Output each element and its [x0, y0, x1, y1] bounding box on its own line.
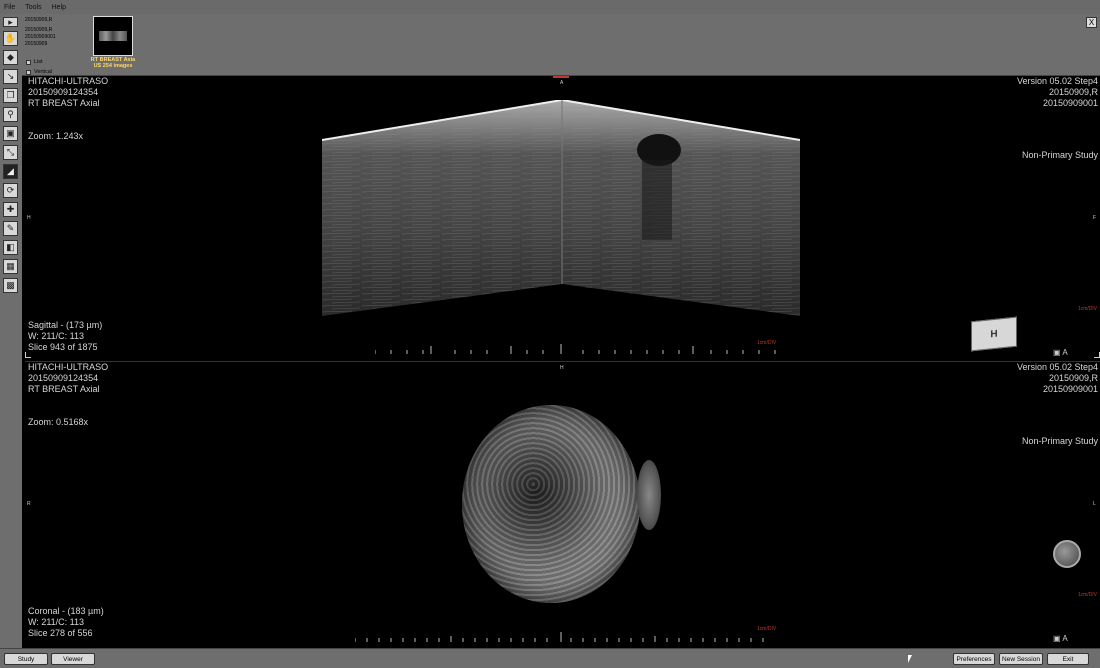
zoom-fit-icon[interactable]: ▣ [3, 126, 18, 141]
accession-label: 20150909001 [1042, 384, 1098, 394]
study-id: 20150909124354 [28, 373, 99, 383]
camera-icon[interactable]: ▣ [1053, 348, 1061, 357]
list-option[interactable]: List [26, 57, 52, 67]
window-level-label: W: 211/C: 113 [28, 331, 85, 341]
study-bar: 20150909,R 20150909,R 20150909001 201509… [0, 14, 1100, 76]
cube-icon[interactable]: ▩ [3, 278, 18, 293]
study-accession: 20150909001 [25, 34, 56, 40]
preferences-button[interactable]: Preferences [953, 653, 995, 665]
menu-help[interactable]: Help [52, 4, 66, 11]
study-patient-name: 20150909,R [25, 17, 53, 23]
study-button[interactable]: Study [4, 653, 48, 665]
corner-orientation: ▣ A [1053, 634, 1068, 643]
study-type-label: Non-Primary Study [1021, 436, 1098, 446]
orientation-right: F [1093, 215, 1097, 221]
bottom-bar: Study Viewer Preferences New Session Exi… [0, 648, 1100, 668]
new-session-button[interactable]: New Session [999, 653, 1043, 665]
zoom-level: Zoom: 0.5168x [28, 417, 89, 427]
overlay-bottom-left: Coronal - (183 µm) W: 211/C: 113 Slice 2… [28, 606, 104, 639]
scale-label-right: 1cm/DIV [1077, 592, 1097, 598]
series-name: RT BREAST Axial [28, 98, 100, 108]
viewport-corner-marker [25, 352, 31, 358]
patient-label: 20150909,R [1048, 87, 1098, 97]
copy-icon[interactable]: ❐ [3, 88, 18, 103]
slice-marker[interactable] [553, 76, 569, 78]
rotate-icon[interactable]: ⟳ [3, 183, 18, 198]
expand-icon[interactable]: ▸ [3, 17, 18, 27]
viewer-button[interactable]: Viewer [51, 653, 95, 665]
overlay-top-left: HITACHI-ULTRASO 20150909124354 RT BREAST… [28, 362, 108, 395]
grid-icon[interactable]: ▦ [3, 259, 18, 274]
coronal-viewport[interactable]: HITACHI-ULTRASO 20150909124354 RT BREAST… [25, 362, 1100, 648]
study-info: 20150909,R 20150909,R 20150909001 201509… [25, 17, 56, 48]
slice-label: Slice 278 of 556 [28, 628, 93, 638]
exit-button[interactable]: Exit [1047, 653, 1089, 665]
thumbnail-image [99, 31, 127, 41]
menu-bar: File Tools Help [0, 0, 1100, 14]
patient-label: 20150909,R [1048, 373, 1098, 383]
series-name: RT BREAST Axial [28, 384, 100, 394]
overlay-top-left: HITACHI-ULTRASO 20150909124354 RT BREAST… [28, 76, 108, 109]
window-level-icon[interactable]: ◧ [3, 240, 18, 255]
measure-icon[interactable]: ⤡ [3, 145, 18, 160]
scale-label-right: 1cm/DIV [1077, 306, 1097, 312]
list-label: List [34, 59, 43, 65]
zoom-icon[interactable]: ⚲ [3, 107, 18, 122]
scale-label: 1cm/DIV [757, 340, 777, 346]
move-icon[interactable]: ✚ [3, 202, 18, 217]
camera-icon[interactable]: ▣ [1053, 634, 1061, 643]
corner-label: A [1062, 348, 1068, 357]
viewport-area: HITACHI-ULTRASO 20150909124354 RT BREAST… [25, 76, 1100, 648]
thumbnail-caption: RT BREAST Axia US 254 images [83, 57, 143, 69]
overlay-top-right: Version 05.02 Step4 20150909,R 201509090… [1017, 76, 1098, 109]
series-thumbnail[interactable] [93, 16, 133, 56]
overlay-top-right: Version 05.02 Step4 20150909,R 201509090… [1017, 362, 1098, 395]
accession-label: 20150909001 [1042, 98, 1098, 108]
orientation-left: H [27, 215, 31, 221]
ruler-icon[interactable]: ✎ [3, 221, 18, 236]
zoom-level: Zoom: 1.243x [28, 131, 84, 141]
close-icon[interactable]: X [1086, 17, 1097, 28]
menu-file[interactable]: File [4, 4, 15, 11]
device-name: HITACHI-ULTRASO [28, 76, 109, 86]
version-label: Version 05.02 Step4 [1016, 362, 1098, 372]
horizontal-ruler [355, 632, 764, 642]
orientation-cube-icon[interactable]: H [971, 316, 1017, 352]
slice-label: Slice 943 of 1875 [28, 342, 98, 352]
version-label: Version 05.02 Step4 [1016, 76, 1098, 86]
study-type-label: Non-Primary Study [1021, 150, 1098, 160]
orientation-left: R [27, 501, 31, 507]
coronal-image [462, 405, 640, 603]
contrast-icon[interactable]: ◢ [3, 164, 18, 179]
coronal-image-fragment [637, 460, 661, 530]
corner-label: A [1062, 634, 1068, 643]
plane-label: Sagittal - (173 µm) [28, 320, 103, 330]
orientation-right: L [1093, 501, 1096, 507]
arrow-icon[interactable]: ↘ [3, 69, 18, 84]
left-toolbar: ▸ ✋ ◆ ↘ ❐ ⚲ ▣ ⤡ ◢ ⟳ ✚ ✎ ◧ ▦ ▩ [0, 14, 22, 648]
scale-label: 1cm/DIV [757, 626, 777, 632]
fill-icon[interactable]: ◆ [3, 50, 18, 65]
overlay-bottom-left: Sagittal - (173 µm) W: 211/C: 113 Slice … [28, 320, 102, 353]
device-name: HITACHI-ULTRASO [28, 362, 109, 372]
orientation-top: A [560, 80, 564, 86]
window-level-label: W: 211/C: 113 [28, 617, 85, 627]
study-id: 20150909124354 [28, 87, 99, 97]
horizontal-ruler [375, 344, 776, 354]
menu-tools[interactable]: Tools [25, 4, 41, 11]
vertical-checkbox[interactable] [26, 69, 31, 75]
sagittal-image [322, 100, 800, 316]
pan-hand-icon[interactable]: ✋ [3, 31, 18, 46]
mouse-cursor-icon [908, 655, 912, 663]
navigation-knob[interactable] [1053, 540, 1081, 568]
list-checkbox[interactable] [26, 59, 31, 65]
plane-label: Coronal - (183 µm) [28, 606, 104, 616]
layout-options: List Vertical [26, 57, 52, 77]
study-date: 20150909 [25, 41, 48, 47]
viewport-corner-marker [1094, 352, 1100, 358]
corner-orientation: ▣ A [1053, 348, 1068, 357]
sagittal-viewport[interactable]: HITACHI-ULTRASO 20150909124354 RT BREAST… [25, 76, 1100, 371]
study-patient-id: 20150909,R [25, 27, 53, 33]
thumbnail-image-count: US 254 images [93, 63, 133, 69]
